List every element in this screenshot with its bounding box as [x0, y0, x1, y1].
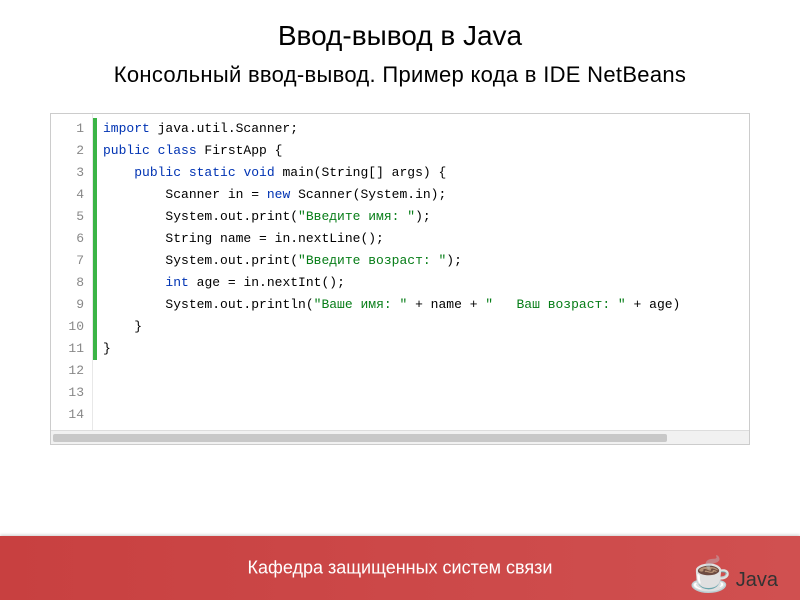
line-number: 3	[55, 162, 84, 184]
code-line: String name = in.nextLine();	[93, 228, 743, 250]
line-number: 8	[55, 272, 84, 294]
code-line: }	[93, 316, 743, 338]
line-number: 12	[55, 360, 84, 382]
code-line: }	[93, 338, 743, 360]
slide-title: Ввод-вывод в Java	[40, 20, 760, 52]
slide-subtitle: Консольный ввод-вывод. Пример кода в IDE…	[40, 62, 760, 88]
line-gutter: 1 2 3 4 5 6 7 8 9 10 11 12 13 14	[51, 114, 93, 430]
line-number: 13	[55, 382, 84, 404]
line-number: 5	[55, 206, 84, 228]
code-line: System.out.print("Введите возраст: ");	[93, 250, 743, 272]
java-logo: ☕ Java	[689, 558, 778, 592]
line-number: 4	[55, 184, 84, 206]
line-number: 10	[55, 316, 84, 338]
line-number: 9	[55, 294, 84, 316]
line-number: 14	[55, 404, 84, 426]
line-number: 6	[55, 228, 84, 250]
java-label: Java	[736, 569, 778, 592]
code-line: import java.util.Scanner;	[93, 118, 743, 140]
code-line: public static void main(String[] args) {	[93, 162, 743, 184]
code-line: System.out.print("Введите имя: ");	[93, 206, 743, 228]
scrollbar-thumb[interactable]	[53, 434, 667, 442]
coffee-cup-icon: ☕	[689, 558, 731, 592]
code-line: Scanner in = new Scanner(System.in);	[93, 184, 743, 206]
line-number: 2	[55, 140, 84, 162]
code-line: int age = in.nextInt();	[93, 272, 743, 294]
code-block: 1 2 3 4 5 6 7 8 9 10 11 12 13 14 import …	[50, 113, 750, 445]
line-number: 1	[55, 118, 84, 140]
code-line: System.out.println("Ваше имя: " + name +…	[93, 294, 743, 316]
slide: Ввод-вывод в Java Консольный ввод-вывод.…	[0, 0, 800, 600]
line-number: 11	[55, 338, 84, 360]
horizontal-scrollbar[interactable]	[51, 430, 749, 444]
code-body: import java.util.Scanner; public class F…	[93, 114, 749, 430]
footer-bar: Кафедра защищенных систем связи ☕ Java	[0, 536, 800, 600]
footer-text: Кафедра защищенных систем связи	[248, 558, 553, 579]
line-number: 7	[55, 250, 84, 272]
code-line: public class FirstApp {	[93, 140, 743, 162]
